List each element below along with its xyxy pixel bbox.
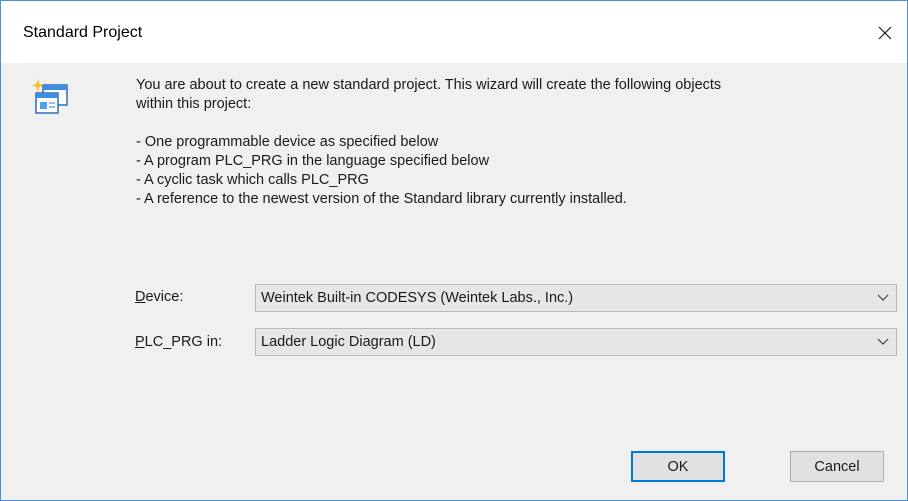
device-select-value: Weintek Built-in CODESYS (Weintek Labs.,… — [261, 290, 574, 306]
device-label: Device: — [135, 289, 183, 305]
plc-prg-select-value: Ladder Logic Diagram (LD) — [261, 334, 436, 350]
chevron-down-icon — [870, 338, 896, 346]
device-label-text: evice: — [145, 289, 184, 305]
intro-text-line-1: You are about to create a new standard p… — [136, 77, 722, 93]
plc-prg-label: PLC_PRG in: — [135, 334, 222, 350]
title-bar: Standard Project — [1, 1, 907, 63]
standard-project-dialog: Standard Project You are about to create… — [0, 0, 908, 501]
list-item-library: - A reference to the newest version of t… — [136, 191, 627, 207]
plc-prg-language-select[interactable]: Ladder Logic Diagram (LD) — [255, 328, 897, 356]
device-label-mnemonic: D — [135, 289, 146, 305]
device-select[interactable]: Weintek Built-in CODESYS (Weintek Labs.,… — [255, 284, 897, 312]
ok-button-label: OK — [667, 458, 689, 475]
list-item-task: - A cyclic task which calls PLC_PRG — [136, 172, 369, 188]
list-item-device: - One programmable device as specified b… — [136, 134, 439, 150]
wizard-description: You are about to create a new standard p… — [136, 76, 876, 209]
cancel-button[interactable]: Cancel — [790, 451, 884, 482]
intro-text-line-2: within this project: — [136, 96, 252, 112]
ok-button[interactable]: OK — [631, 451, 725, 482]
plc-prg-label-text: LC_PRG in: — [144, 334, 223, 350]
cancel-button-label: Cancel — [814, 458, 860, 475]
chevron-down-icon — [870, 294, 896, 302]
close-button[interactable] — [863, 13, 907, 53]
close-icon — [878, 26, 892, 40]
plc-prg-label-mnemonic: P — [135, 334, 145, 350]
dialog-title: Standard Project — [23, 24, 143, 41]
list-item-program: - A program PLC_PRG in the language spec… — [136, 153, 490, 169]
new-project-wizard-icon — [32, 79, 68, 114]
